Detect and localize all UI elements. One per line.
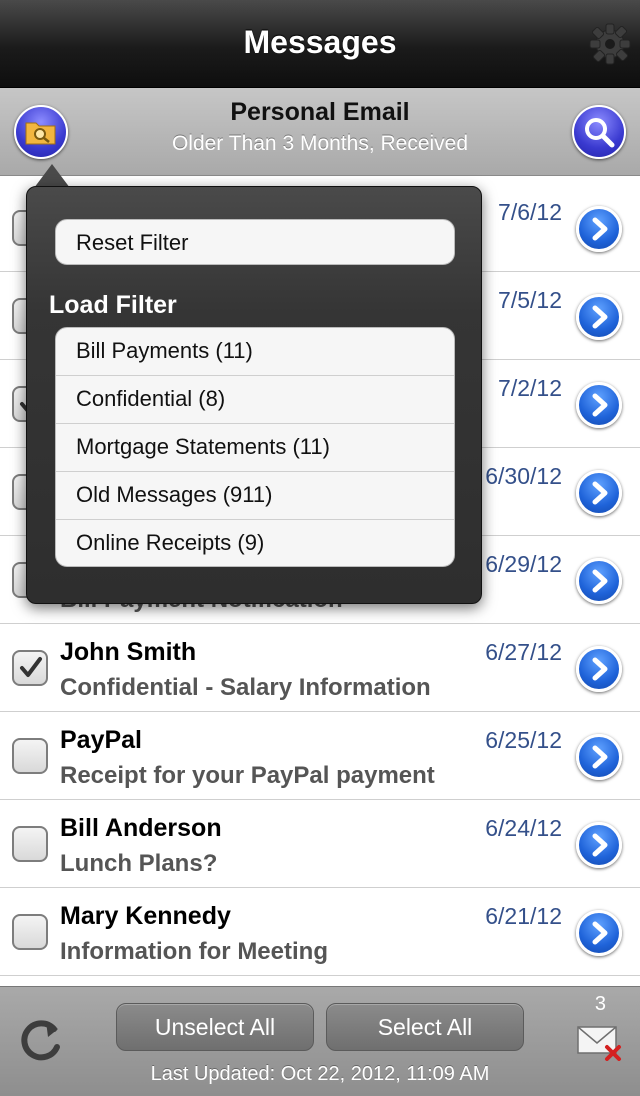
message-detail-button[interactable] xyxy=(576,734,622,780)
message-subject: Confidential - Salary Information xyxy=(60,674,431,701)
message-date: 6/27/12 xyxy=(485,639,562,665)
message-subject: Receipt for your PayPal payment xyxy=(60,762,435,789)
selected-count: 3 xyxy=(594,993,606,1015)
message-checkbox[interactable] xyxy=(12,738,48,774)
reset-filter-button[interactable]: Reset Filter xyxy=(55,219,455,265)
message-date: 6/24/12 xyxy=(485,815,562,841)
message-row[interactable]: Mary Kennedy Information for Meeting 6/2… xyxy=(0,888,640,976)
checkmark-icon xyxy=(20,657,42,677)
message-sender: Mary Kennedy xyxy=(60,902,231,930)
page-title: Messages xyxy=(243,24,397,60)
saved-filter-item[interactable]: Old Messages (911) xyxy=(56,472,454,520)
message-row[interactable]: Bill Anderson Lunch Plans? 6/24/12 xyxy=(0,800,640,888)
filter-name: Personal Email xyxy=(230,98,410,126)
message-row[interactable]: PayPal Receipt for your PayPal payment 6… xyxy=(0,712,640,800)
refresh-icon[interactable] xyxy=(14,1013,68,1067)
message-detail-button[interactable] xyxy=(576,294,622,340)
message-sender: PayPal xyxy=(60,726,143,754)
message-detail-button[interactable] xyxy=(576,382,622,428)
title-bar: Messages xyxy=(0,0,640,88)
message-sender: John Smith xyxy=(60,638,197,666)
chevron-right-icon xyxy=(592,481,608,505)
message-date: 6/29/12 xyxy=(485,551,562,577)
message-detail-button[interactable] xyxy=(576,822,622,868)
message-detail-button[interactable] xyxy=(576,910,622,956)
chevron-right-icon xyxy=(592,305,608,329)
message-detail-button[interactable] xyxy=(576,206,622,252)
message-detail-button[interactable] xyxy=(576,470,622,516)
saved-filter-list: Bill Payments (11) Confidential (8) Mort… xyxy=(55,327,455,567)
saved-filter-item[interactable]: Confidential (8) xyxy=(56,376,454,424)
message-date: 7/6/12 xyxy=(498,199,562,225)
chevron-right-icon xyxy=(592,393,608,417)
filter-popover: Reset Filter Load Filter Bill Payments (… xyxy=(26,186,482,604)
search-icon xyxy=(585,118,615,148)
message-checkbox[interactable] xyxy=(12,914,48,950)
chevron-right-icon xyxy=(592,921,608,945)
message-detail-button[interactable] xyxy=(576,558,622,604)
message-date: 6/21/12 xyxy=(485,903,562,929)
message-checkbox[interactable] xyxy=(12,650,48,686)
chevron-right-icon xyxy=(592,833,608,857)
chevron-right-icon xyxy=(592,569,608,593)
message-date: 6/25/12 xyxy=(485,727,562,753)
saved-filter-item[interactable]: Bill Payments (11) xyxy=(56,328,454,376)
saved-filter-item[interactable]: Online Receipts (9) xyxy=(56,520,454,566)
unselect-all-button[interactable]: Unselect All xyxy=(116,1003,314,1051)
select-all-button[interactable]: Select All xyxy=(326,1003,524,1051)
message-detail-button[interactable] xyxy=(576,646,622,692)
chevron-right-icon xyxy=(592,745,608,769)
message-date: 7/2/12 xyxy=(498,375,562,401)
mail-delete-icon[interactable] xyxy=(576,1021,622,1061)
message-date: 6/30/12 xyxy=(485,463,562,489)
message-sender: Bill Anderson xyxy=(60,814,222,842)
message-date: 7/5/12 xyxy=(498,287,562,313)
search-button[interactable] xyxy=(572,105,626,159)
chevron-right-icon xyxy=(592,657,608,681)
gear-icon[interactable] xyxy=(586,20,634,68)
message-row[interactable]: John Smith Confidential - Salary Informa… xyxy=(0,624,640,712)
message-checkbox[interactable] xyxy=(12,826,48,862)
filter-header: Personal Email Older Than 3 Months, Rece… xyxy=(0,88,640,176)
bottom-toolbar: Unselect All Select All Last Updated: Oc… xyxy=(0,986,640,1096)
load-filter-heading: Load Filter xyxy=(49,291,177,319)
last-updated-text: Last Updated: Oct 22, 2012, 11:09 AM xyxy=(150,1063,490,1085)
saved-filter-item[interactable]: Mortgage Statements (11) xyxy=(56,424,454,472)
popover-arrow xyxy=(34,164,70,188)
message-subject: Lunch Plans? xyxy=(60,850,218,877)
message-subject: Information for Meeting xyxy=(60,938,328,965)
filter-description: Older Than 3 Months, Received xyxy=(171,132,469,155)
chevron-right-icon xyxy=(592,217,608,241)
